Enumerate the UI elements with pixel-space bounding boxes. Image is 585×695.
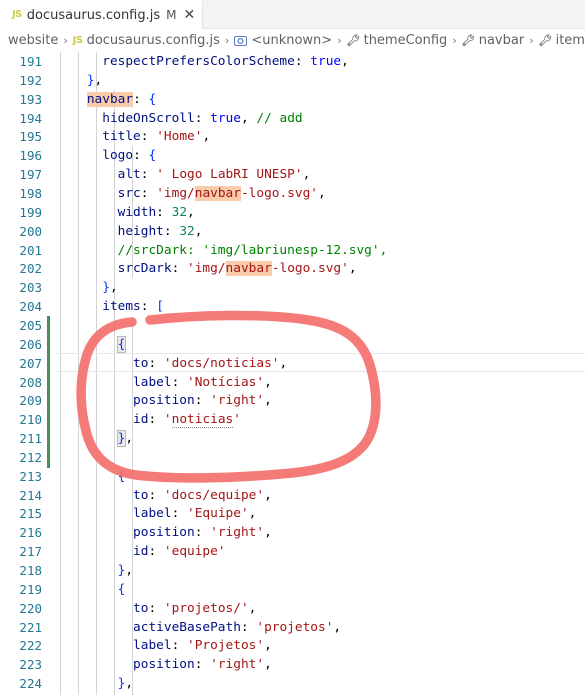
code-line[interactable]: {: [56, 581, 126, 600]
breadcrumb-item-themeconfig[interactable]: themeConfig: [347, 33, 448, 48]
line-number: 209: [19, 393, 42, 409]
close-icon[interactable]: ✕: [184, 8, 196, 22]
breadcrumb-label: navbar: [478, 33, 525, 48]
line-number: 192: [19, 72, 42, 88]
git-change-indicator: [47, 316, 50, 468]
breadcrumb-separator: ›: [452, 34, 457, 47]
breadcrumb-label: themeConfig: [363, 33, 448, 48]
line-number: 222: [19, 638, 42, 654]
code-line[interactable]: to: 'projetos/',: [56, 600, 256, 619]
code-line[interactable]: width: 32,: [56, 204, 195, 223]
symbol-object-icon: [234, 35, 248, 47]
code-line[interactable]: },: [56, 562, 133, 581]
code-line[interactable]: label: 'Equipe',: [56, 505, 256, 524]
editor-tab-bar: JS docusaurus.config.js M ✕: [0, 0, 585, 29]
code-line[interactable]: label: 'Projetos',: [56, 637, 272, 656]
breadcrumb: website › JS docusaurus.config.js › <unk…: [0, 29, 585, 52]
breadcrumb-label: docusaurus.config.js: [86, 33, 220, 48]
code-line[interactable]: label: 'Notícias',: [56, 374, 272, 393]
line-number: 201: [19, 242, 42, 258]
code-line[interactable]: navbar: {: [56, 91, 156, 110]
code-line[interactable]: },: [56, 430, 133, 449]
line-number: 218: [19, 563, 42, 578]
line-number: 206: [19, 336, 42, 352]
code-line[interactable]: height: 32,: [56, 223, 203, 242]
code-line[interactable]: position: 'right',: [56, 524, 272, 543]
line-number: 224: [19, 676, 42, 692]
code-line[interactable]: logo: {: [56, 147, 156, 166]
breadcrumb-label: website: [8, 33, 59, 48]
wrench-icon: [347, 34, 360, 47]
tab-docusaurus-config[interactable]: JS docusaurus.config.js M ✕: [0, 0, 204, 29]
code-line[interactable]: alt: ' Logo LabRI UNESP',: [56, 166, 311, 185]
line-number: 194: [19, 110, 42, 126]
line-number: 217: [19, 544, 42, 560]
line-number: 199: [19, 204, 42, 220]
tab-dirty-indicator: M: [166, 8, 177, 22]
code-line[interactable]: position: 'right',: [56, 656, 272, 675]
breadcrumb-separator: ›: [63, 34, 68, 47]
code-line[interactable]: {: [56, 335, 127, 355]
line-number: 215: [19, 506, 42, 522]
code-line[interactable]: srcDark: 'img/navbar-logo.svg',: [56, 260, 357, 279]
code-line[interactable]: hideOnScroll: true, // add: [56, 110, 302, 129]
line-number: 205: [19, 317, 42, 333]
breadcrumb-label: items: [555, 33, 585, 48]
line-number: 200: [19, 223, 42, 239]
code-line[interactable]: activeBasePath: 'projetos',: [56, 619, 341, 638]
breadcrumb-item-website[interactable]: website: [8, 33, 58, 48]
tab-label: docusaurus.config.js: [26, 7, 161, 23]
line-number: 195: [19, 129, 42, 145]
code-line[interactable]: },: [56, 279, 117, 298]
line-number: 210: [19, 412, 42, 428]
code-line[interactable]: respectPrefersColorScheme: true,: [56, 53, 349, 72]
line-number: 213: [19, 468, 42, 484]
line-number: 220: [19, 600, 42, 616]
breadcrumb-item-navbar[interactable]: navbar: [462, 33, 524, 48]
line-number: 207: [19, 355, 42, 371]
line-number: 191: [19, 54, 42, 69]
breadcrumb-item-unknown[interactable]: <unknown>: [234, 33, 332, 48]
code-line[interactable]: title: 'Home',: [56, 128, 210, 147]
code-line[interactable]: to: 'docs/noticias',: [56, 355, 287, 374]
breadcrumb-separator: ›: [224, 34, 230, 47]
js-file-icon: JS: [72, 34, 83, 46]
line-number: 211: [19, 431, 42, 446]
line-number: 208: [19, 374, 42, 390]
line-number: 216: [19, 525, 42, 541]
code-line[interactable]: to: 'docs/equipe',: [56, 487, 272, 506]
line-number: 193: [19, 91, 42, 107]
line-number: 197: [19, 167, 42, 183]
line-number: 219: [19, 581, 42, 597]
line-number: 221: [19, 619, 42, 635]
breadcrumb-label: <unknown>: [251, 33, 333, 48]
code-line[interactable]: },: [56, 72, 102, 91]
code-line[interactable]: {: [56, 468, 126, 487]
line-number: 223: [19, 657, 42, 673]
breadcrumb-item-items[interactable]: items: [539, 33, 585, 48]
line-number: 212: [19, 449, 42, 465]
wrench-icon: [539, 34, 552, 47]
breadcrumb-item-file[interactable]: JS docusaurus.config.js: [73, 33, 220, 48]
breadcrumb-separator: ›: [337, 34, 342, 47]
code-line[interactable]: //srcDark: 'img/labriunesp-12.svg',: [56, 242, 388, 261]
line-number: 214: [19, 487, 42, 503]
code-editor[interactable]: 191 192 193 194 195 196 197 198 199 200 …: [0, 52, 585, 695]
line-number: 204: [19, 299, 42, 315]
code-line[interactable]: position: 'right',: [56, 392, 272, 411]
code-line[interactable]: id: 'noticias': [56, 411, 241, 430]
line-number: 198: [19, 186, 42, 201]
code-line[interactable]: },: [56, 675, 133, 694]
line-number: 196: [19, 148, 42, 164]
code-line[interactable]: items: [: [56, 298, 164, 317]
code-line[interactable]: id: 'equipe': [56, 543, 226, 562]
js-file-icon: JS: [12, 9, 22, 21]
code-line[interactable]: src: 'img/navbar-logo.svg',: [56, 185, 326, 204]
line-number: 203: [19, 280, 42, 296]
breadcrumb-separator: ›: [529, 34, 534, 47]
wrench-icon: [462, 34, 475, 47]
line-number: 202: [19, 261, 42, 277]
